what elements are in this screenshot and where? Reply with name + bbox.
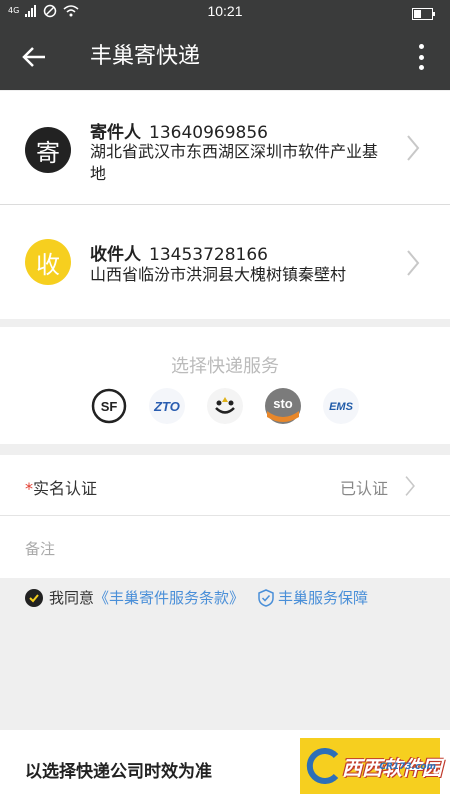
receiver-phone: 13453728166 — [149, 245, 268, 265]
realname-label: *实名认证 — [25, 475, 97, 499]
realname-row[interactable]: *实名认证 已认证 — [0, 455, 450, 516]
sf-express-logo[interactable]: SF — [90, 387, 128, 425]
page-title: 丰巢寄快递 — [90, 44, 201, 69]
chevron-right-icon — [405, 476, 415, 496]
more-menu-button[interactable] — [416, 44, 426, 70]
sender-card[interactable]: 寄 寄件人 13640969856 湖北省武汉市东西湖区深圳市软件产业基地 — [0, 91, 450, 204]
carrier-list: SF ZTO sto EMS — [0, 387, 450, 425]
agree-checkbox[interactable] — [25, 588, 43, 607]
services-title: 选择快递服务 — [171, 356, 279, 377]
more-dot-icon — [418, 65, 424, 70]
watermark-c-icon — [306, 748, 339, 784]
carrier-label: ZTO — [153, 399, 180, 414]
arrow-left-icon — [22, 47, 45, 67]
shield-check-icon — [258, 588, 274, 607]
carrier-label: SF — [101, 399, 118, 414]
more-dot-icon — [418, 54, 424, 60]
sender-role: 寄件人 — [90, 123, 141, 143]
delivery-time-note: 以选择快递公司时效为准 — [25, 762, 212, 782]
agree-text: 我同意 — [49, 589, 95, 607]
more-dot-icon — [418, 44, 424, 49]
guarantee-link[interactable]: 丰巢服务保障 — [278, 587, 368, 608]
carrier-label: EMS — [329, 401, 354, 413]
sto-logo[interactable]: sto — [264, 387, 302, 425]
terms-link[interactable]: 《丰巢寄件服务条款》 — [94, 587, 244, 608]
ems-logo[interactable]: EMS — [322, 387, 360, 425]
back-button[interactable] — [20, 42, 50, 72]
realname-label-text: 实名认证 — [33, 479, 98, 498]
sender-address: 湖北省武汉市东西湖区深圳市软件产业基地 — [90, 142, 379, 183]
shipment-form: *实名认证 已认证 备注 — [0, 455, 450, 578]
note-placeholder: 备注 — [25, 540, 56, 558]
chevron-right-icon — [407, 135, 420, 161]
receiver-address: 山西省临汾市洪洞县大槐树镇秦壁村 — [90, 265, 347, 284]
sender-phone: 13640969856 — [149, 123, 268, 143]
clock: 10:21 — [207, 3, 243, 19]
required-mark: * — [25, 479, 33, 498]
yunda-logo[interactable] — [206, 387, 244, 425]
zto-logo[interactable]: ZTO — [148, 387, 186, 425]
receiver-role: 收件人 — [90, 245, 141, 265]
carrier-label: sto — [273, 396, 293, 411]
app-bar: 丰巢寄快递 — [0, 24, 450, 90]
bottom-bar: 以选择快递公司时效为准 西西软件园 CR173.com — [0, 730, 450, 800]
note-field[interactable]: 备注 — [0, 516, 450, 578]
courier-service-selector: 选择快递服务 SF ZTO sto EMS — [0, 327, 450, 444]
battery-icon — [412, 5, 436, 24]
check-icon — [29, 593, 39, 602]
receiver-badge: 收 — [25, 239, 71, 285]
receiver-card[interactable]: 收 收件人 13453728166 山西省临汾市洪洞县大槐树镇秦壁村 — [0, 205, 450, 319]
agreement-row: 我同意 《丰巢寄件服务条款》 丰巢服务保障 — [25, 587, 368, 608]
status-bar: 4G 10:21 — [0, 0, 450, 24]
chevron-right-icon — [407, 250, 420, 276]
receiver-info: 收件人 13453728166 — [90, 240, 268, 265]
sender-info: 寄件人 13640969856 — [90, 118, 268, 143]
sender-badge: 寄 — [25, 127, 71, 173]
realname-status: 已认证 — [339, 479, 388, 498]
watermark-subtext: CR173.com — [379, 762, 436, 772]
